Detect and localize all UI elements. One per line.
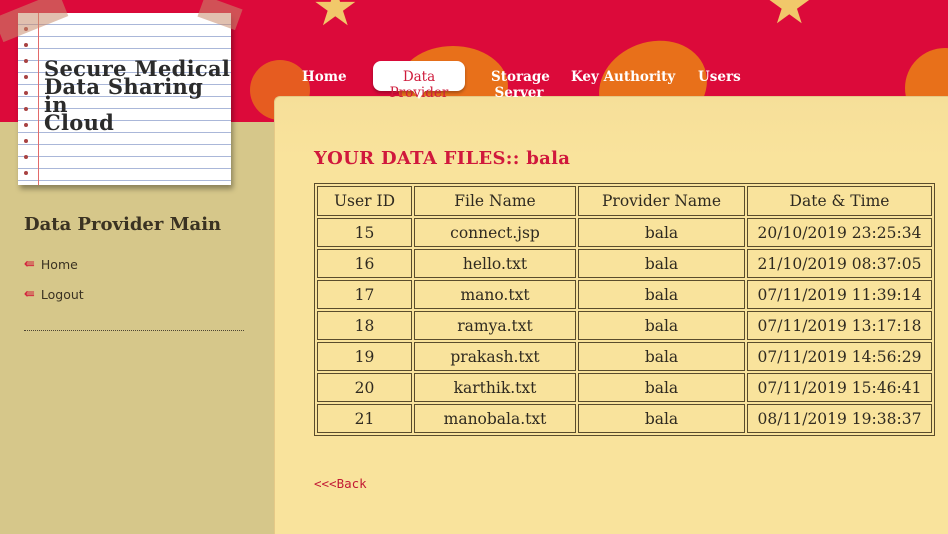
nav-storage-label: Storage (491, 69, 550, 85)
paper-hole-icon (24, 155, 28, 159)
table-cell: bala (578, 404, 745, 433)
table-cell: bala (578, 373, 745, 402)
paper-hole-icon (24, 123, 28, 127)
paper-hole-icon (24, 75, 28, 79)
table-row: 15 connect.jsp bala 20/10/2019 23:25:34 (317, 218, 932, 247)
arrow-icon: ⇚ (24, 287, 35, 302)
table-cell: karthik.txt (414, 373, 576, 402)
table-cell: 07/11/2019 11:39:14 (747, 280, 932, 309)
table-cell: bala (578, 280, 745, 309)
table-cell: 19 (317, 342, 412, 371)
sidebar-link-logout[interactable]: ⇚ Logout (24, 287, 84, 302)
paper-hole-icon (24, 107, 28, 111)
sidebar-divider (24, 330, 244, 331)
table-cell: 17 (317, 280, 412, 309)
table-cell: bala (578, 218, 745, 247)
data-files-table: User ID File Name Provider Name Date & T… (314, 183, 935, 436)
table-cell: 20 (317, 373, 412, 402)
star-icon: ★ (312, 0, 359, 38)
table-row: 16 hello.txt bala 21/10/2019 08:37:05 (317, 249, 932, 278)
nav-home[interactable]: Home (302, 69, 347, 85)
table-cell: 21/10/2019 08:37:05 (747, 249, 932, 278)
page-heading: YOUR DATA FILES:: bala (314, 148, 571, 169)
nav-users[interactable]: Users (698, 69, 741, 85)
table-row: 21 manobala.txt bala 08/11/2019 19:38:37 (317, 404, 932, 433)
nav-storage-server[interactable]: Storage Server (491, 69, 550, 101)
sidebar-title: Data Provider Main (24, 214, 222, 235)
back-link[interactable]: <<<Back (314, 476, 367, 491)
table-cell: 16 (317, 249, 412, 278)
paper-hole-icon (24, 139, 28, 143)
arrow-icon: ⇚ (24, 257, 35, 272)
table-row: 19 prakash.txt bala 07/11/2019 14:56:29 (317, 342, 932, 371)
column-header: File Name (414, 186, 576, 216)
column-header: Provider Name (578, 186, 745, 216)
table-row: 20 karthik.txt bala 07/11/2019 15:46:41 (317, 373, 932, 402)
paper-hole-icon (24, 43, 28, 47)
site-title-line: Data Sharing in (44, 74, 204, 117)
table-cell: bala (578, 249, 745, 278)
paper-hole-icon (24, 171, 28, 175)
table-cell: mano.txt (414, 280, 576, 309)
column-header: User ID (317, 186, 412, 216)
star-icon: ★ (766, 0, 813, 36)
table-cell: bala (578, 311, 745, 340)
site-title-line: Cloud (44, 110, 115, 135)
sidebar-link-home[interactable]: ⇚ Home (24, 257, 78, 272)
paper-hole-icon (24, 91, 28, 95)
table-cell: prakash.txt (414, 342, 576, 371)
sidebar-link-label: Logout (40, 287, 84, 302)
table-cell: 15 (317, 218, 412, 247)
table-cell: ramya.txt (414, 311, 576, 340)
table-cell: manobala.txt (414, 404, 576, 433)
paper-margin-line (38, 13, 39, 185)
sidebar-link-label: Home (40, 257, 78, 272)
table-cell: hello.txt (414, 249, 576, 278)
nav-server-label: Server (494, 85, 544, 101)
table-cell: 07/11/2019 13:17:18 (747, 311, 932, 340)
table-cell: 08/11/2019 19:38:37 (747, 404, 932, 433)
column-header: Date & Time (747, 186, 932, 216)
nav-data-provider[interactable]: Data Provider (373, 69, 465, 101)
table-cell: 21 (317, 404, 412, 433)
table-header-row: User ID File Name Provider Name Date & T… (317, 186, 932, 216)
table-cell: connect.jsp (414, 218, 576, 247)
table-cell: 18 (317, 311, 412, 340)
table-cell: bala (578, 342, 745, 371)
table-cell: 20/10/2019 23:25:34 (747, 218, 932, 247)
table-cell: 07/11/2019 15:46:41 (747, 373, 932, 402)
site-title: Secure Medical Data Sharing in Cloud (44, 58, 234, 135)
table-row: 18 ramya.txt bala 07/11/2019 13:17:18 (317, 311, 932, 340)
paper-hole-icon (24, 59, 28, 63)
table-cell: 07/11/2019 14:56:29 (747, 342, 932, 371)
nav-key-authority[interactable]: Key Authority (571, 69, 675, 85)
table-row: 17 mano.txt bala 07/11/2019 11:39:14 (317, 280, 932, 309)
